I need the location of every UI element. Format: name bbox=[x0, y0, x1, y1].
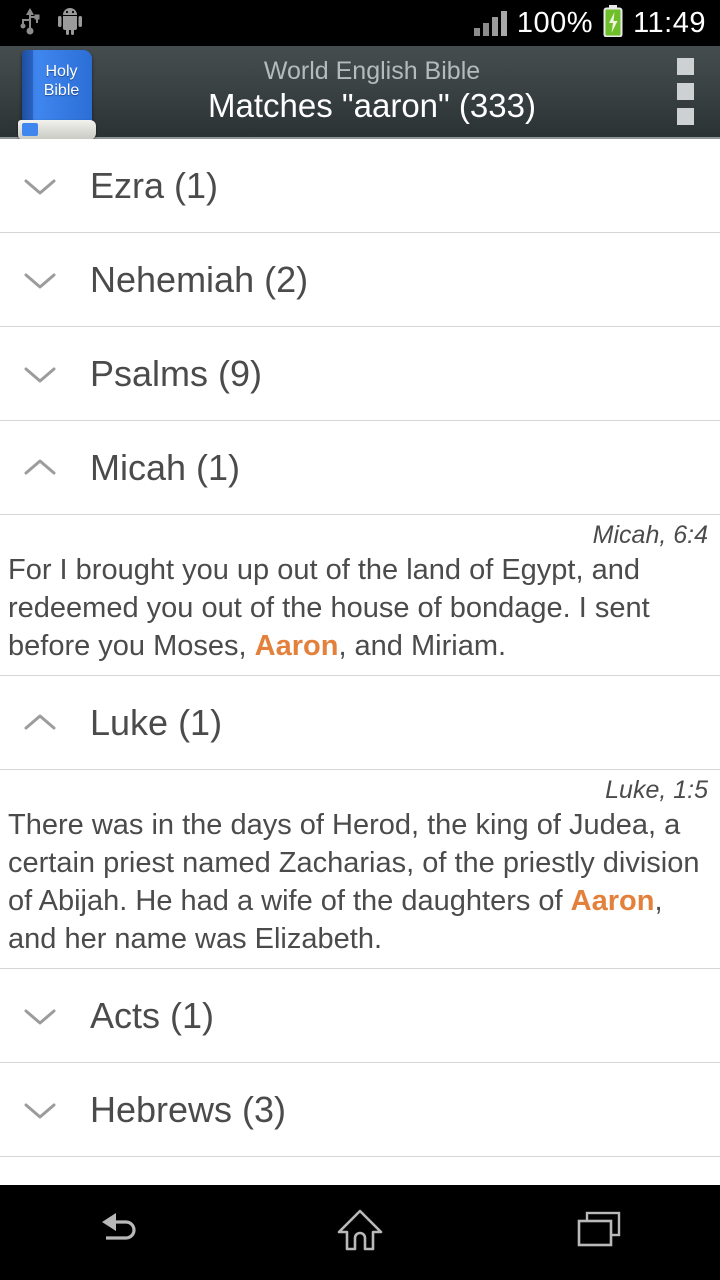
book-name-label: Psalms (9) bbox=[90, 352, 263, 394]
book-name-label: Hebrews (3) bbox=[90, 1088, 287, 1130]
book-name-label: Luke (1) bbox=[90, 701, 223, 743]
chevron-up-icon[interactable] bbox=[8, 455, 72, 481]
chevron-down-icon[interactable] bbox=[8, 267, 72, 293]
signal-icon bbox=[473, 10, 507, 36]
action-bar: Holy Bible World English Bible Matches "… bbox=[0, 45, 720, 140]
search-results-list[interactable]: Ezra (1) Nehemiah (2) Psalms (9) Micah (1) M… bbox=[0, 139, 720, 1185]
battery-percent-label: 100% bbox=[516, 6, 594, 39]
verse-text: For I brought you up out of the land of … bbox=[8, 551, 712, 665]
book-pages bbox=[18, 119, 96, 140]
search-match-highlight: Aaron bbox=[254, 630, 339, 662]
overflow-menu-icon[interactable] bbox=[650, 45, 720, 138]
verse-result[interactable]: Micah, 6:4 For I brought you up out of th… bbox=[0, 515, 720, 676]
verse-result[interactable]: Luke, 1:5 There was in the days of Herod,… bbox=[0, 770, 720, 969]
status-bar-right-icons: 100% 11:49 bbox=[473, 4, 720, 42]
chevron-down-icon[interactable] bbox=[8, 1097, 72, 1123]
usb-icon bbox=[18, 6, 42, 41]
verse-text-after: , and Miriam. bbox=[338, 630, 507, 662]
book-result-row[interactable]: Luke (1) bbox=[0, 676, 720, 770]
action-bar-titles: World English Bible Matches "aaron" (333… bbox=[104, 56, 650, 126]
android-navigation-bar bbox=[0, 1185, 720, 1280]
home-icon bbox=[335, 1207, 385, 1258]
verse-reference: Micah, 6:4 bbox=[592, 521, 708, 549]
back-arrow-icon bbox=[92, 1209, 148, 1256]
battery-charging-icon bbox=[603, 4, 623, 42]
device-screen: 100% 11:49 Holy Bible World English Bibl… bbox=[0, 0, 720, 1280]
book-result-row[interactable]: Psalms (9) bbox=[0, 327, 720, 421]
verse-text: There was in the days of Herod, the king… bbox=[8, 806, 712, 958]
book-name-label: Ezra (1) bbox=[90, 164, 219, 206]
book-result-row[interactable]: Micah (1) bbox=[0, 421, 720, 515]
recent-apps-icon bbox=[575, 1209, 625, 1256]
clock-label: 11:49 bbox=[633, 6, 706, 39]
book-name-label: Micah (1) bbox=[90, 446, 241, 488]
book-result-row[interactable]: Nehemiah (2) bbox=[0, 233, 720, 327]
chevron-down-icon[interactable] bbox=[8, 361, 72, 387]
book-result-row[interactable]: Ezra (1) bbox=[0, 139, 720, 233]
chevron-down-icon[interactable] bbox=[8, 173, 72, 199]
recent-apps-button[interactable] bbox=[480, 1185, 720, 1280]
chevron-up-icon[interactable] bbox=[8, 710, 72, 736]
app-icon-holy-bible[interactable]: Holy Bible bbox=[12, 46, 104, 140]
chevron-down-icon[interactable] bbox=[8, 1003, 72, 1029]
status-bar: 100% 11:49 bbox=[0, 0, 720, 46]
status-bar-left-icons bbox=[0, 6, 84, 41]
book-name-label: Nehemiah (2) bbox=[90, 258, 309, 300]
home-button[interactable] bbox=[240, 1185, 480, 1280]
book-name-label: Acts (1) bbox=[90, 994, 215, 1036]
android-icon bbox=[56, 6, 84, 41]
back-button[interactable] bbox=[0, 1185, 240, 1280]
verse-reference: Luke, 1:5 bbox=[605, 776, 708, 804]
search-match-highlight: Aaron bbox=[570, 885, 655, 917]
book-result-row[interactable]: Acts (1) bbox=[0, 969, 720, 1063]
book-result-row[interactable]: Hebrews (3) bbox=[0, 1063, 720, 1157]
page-title: Matches "aaron" (333) bbox=[208, 86, 536, 124]
book-icon-label: Holy Bible bbox=[43, 62, 80, 99]
bible-version-subtitle: World English Bible bbox=[263, 56, 481, 85]
